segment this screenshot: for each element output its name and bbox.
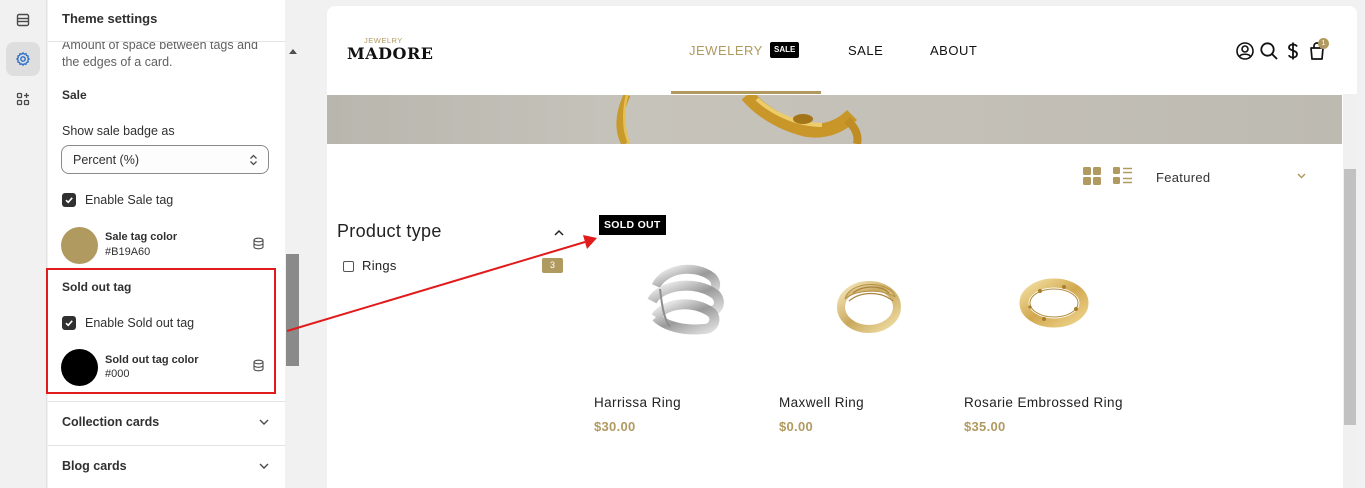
panel-scrollbar-thumb[interactable] [286,254,299,366]
filter-product-type-title[interactable]: Product type [337,221,442,242]
sale-badge-value: Percent (%) [73,153,139,167]
select-caret-icon [250,154,257,166]
gear-icon [16,52,30,66]
search-icon[interactable] [1259,41,1279,61]
nav-jewelery[interactable]: JEWELERY [689,43,763,58]
blog-cards-accordion[interactable]: Blog cards [48,445,285,488]
blog-cards-label: Blog cards [62,459,127,473]
nav-active-underline [671,91,821,94]
cart-count-badge: 1 [1318,38,1329,49]
chevron-down-icon [259,463,269,469]
product-price: $35.00 [964,419,1006,434]
gold-textured-ring-image[interactable] [1004,251,1104,351]
dynamic-source-icon[interactable] [252,237,265,250]
ring-hero-photo [616,95,862,144]
collection-cards-label: Collection cards [62,415,160,429]
sale-tag-color-swatch[interactable] [61,227,98,264]
grid-view-icon[interactable] [1083,167,1101,185]
sale-tag-color-label: Sale tag color [105,231,178,243]
product-card[interactable]: Harrissa Ring $30.00 [594,251,774,441]
scroll-up-arrow-icon[interactable] [289,49,297,54]
sidebar-rail [0,0,47,488]
sort-select[interactable]: Featured [1156,170,1210,185]
sections-button[interactable] [6,3,40,37]
enable-sale-tag-checkbox[interactable] [62,193,76,207]
collection-hero-image [327,95,1342,144]
silver-ring-image[interactable] [634,251,734,351]
product-card[interactable]: Rosarie Embrossed Ring $35.00 [964,251,1144,441]
list-view-icon[interactable] [1113,167,1132,185]
filter-rings-checkbox[interactable] [343,261,354,272]
checkmark-icon [65,197,73,204]
sold-out-badge: SOLD OUT [599,215,666,235]
product-name[interactable]: Maxwell Ring [779,395,864,410]
app-embeds-button[interactable] [6,82,40,116]
product-card[interactable]: Maxwell Ring $0.00 [779,251,959,441]
sale-tag-color-value: #B19A60 [105,246,151,258]
chevron-up-icon[interactable] [554,229,564,236]
nav-sale-badge: SALE [770,42,800,58]
product-price: $0.00 [779,419,814,434]
gold-ring-image[interactable] [819,251,919,351]
panel-scrollbar[interactable] [285,42,300,488]
account-icon[interactable] [1235,41,1255,61]
preview-scrollbar[interactable] [1343,94,1357,488]
enable-sale-tag-row[interactable]: Enable Sale tag [62,191,173,209]
chevron-down-icon [259,419,269,425]
collection-cards-accordion[interactable]: Collection cards [48,401,285,445]
tag-spacing-help-text: Amount of space between tags and the edg… [62,38,258,69]
sale-badge-label: Show sale badge as [62,124,175,138]
product-name[interactable]: Rosarie Embrossed Ring [964,395,1123,410]
filter-rings-count: 3 [542,258,563,273]
panel-title: Theme settings [62,11,158,26]
chevron-down-icon[interactable] [1297,173,1306,179]
apps-icon [16,92,30,106]
theme-editor: Theme settings Amount of space between t… [0,0,1365,488]
enable-sale-tag-label: Enable Sale tag [85,193,174,207]
nav-sale[interactable]: SALE [848,43,883,58]
sections-icon [16,13,30,27]
product-price: $30.00 [594,419,636,434]
theme-settings-button[interactable] [6,42,40,76]
panel-header: Theme settings [48,0,285,42]
soldout-highlight-box [46,268,276,394]
store-preview: JEWELRY MADORE JEWELERY SALE SALE ABOUT … [327,6,1357,488]
sale-badge-select[interactable]: Percent (%) [61,145,269,174]
filter-rings-label[interactable]: Rings [362,258,397,273]
store-logo[interactable]: MADORE [347,44,433,63]
sale-section-title: Sale [62,88,87,102]
product-name[interactable]: Harrissa Ring [594,395,681,410]
preview-scrollbar-thumb[interactable] [1344,169,1356,425]
currency-icon[interactable] [1283,41,1303,61]
nav-about[interactable]: ABOUT [930,43,977,58]
settings-panel: Theme settings Amount of space between t… [48,0,285,488]
